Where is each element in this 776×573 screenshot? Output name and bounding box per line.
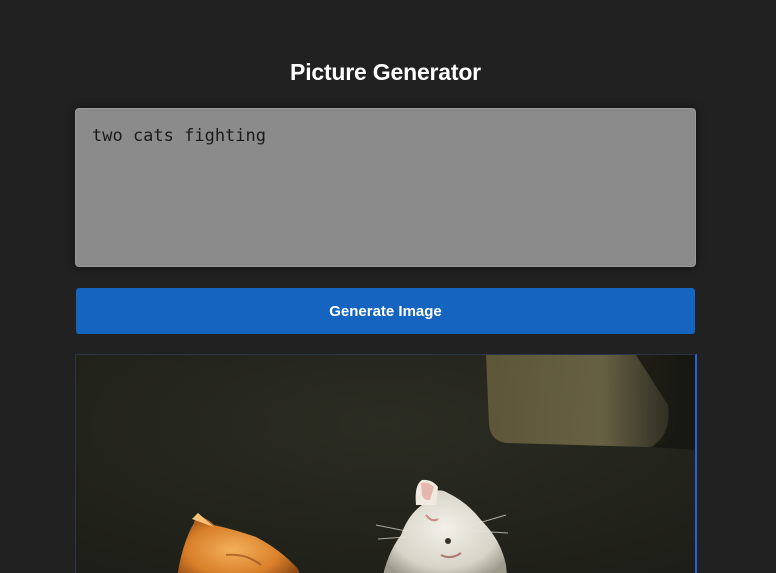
generate-image-button[interactable]: Generate Image [76, 288, 695, 334]
page-title: Picture Generator [290, 59, 481, 85]
generated-image-picture [76, 355, 695, 573]
generated-image [75, 354, 697, 573]
prompt-input[interactable]: two cats fighting [75, 108, 696, 267]
app-root: Picture Generator two cats fighting Gene… [0, 0, 776, 573]
